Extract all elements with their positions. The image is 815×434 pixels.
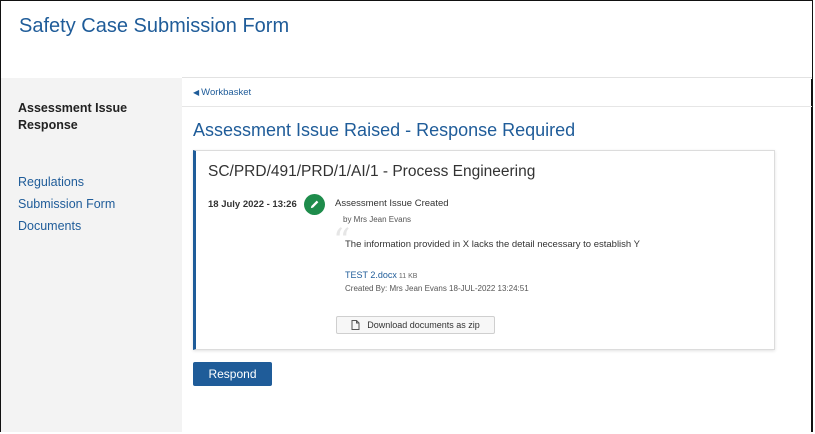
sidebar: Assessment Issue Response Regulations Su… — [1, 78, 182, 432]
breadcrumb-divider — [182, 106, 812, 107]
sidebar-item-submission-form[interactable]: Submission Form — [18, 193, 115, 215]
workbasket-back-link[interactable]: ◀ Workbasket — [193, 87, 251, 98]
sidebar-nav: Regulations Submission Form Documents — [18, 171, 115, 237]
event-datetime: 18 July 2022 - 13:26 — [208, 199, 297, 210]
issue-reference: SC/PRD/491/PRD/1/AI/1 - Process Engineer… — [208, 163, 536, 180]
pencil-icon-glyph — [310, 200, 319, 209]
attachment-created-by: Created By: Mrs Jean Evans 18-JUL-2022 1… — [345, 284, 529, 293]
page-title: Assessment Issue Raised - Response Requi… — [193, 120, 576, 140]
sidebar-item-regulations[interactable]: Regulations — [18, 171, 115, 193]
workbasket-back-label: Workbasket — [201, 87, 252, 98]
sidebar-item-documents[interactable]: Documents — [18, 215, 115, 237]
app-header: Safety Case Submission Form — [1, 1, 812, 79]
event-comment: The information provided in X lacks the … — [345, 239, 641, 250]
attachment-line: TEST 2.docx 11 KB — [345, 270, 417, 280]
attachment-link[interactable]: TEST 2.docx — [345, 270, 397, 280]
issue-card: SC/PRD/491/PRD/1/AI/1 - Process Engineer… — [193, 150, 775, 350]
event-title: Assessment Issue Created — [335, 198, 449, 209]
event-author: by Mrs Jean Evans — [343, 215, 412, 224]
main-content: ◀ Workbasket Assessment Issue Raised - Re… — [182, 78, 812, 432]
download-zip-button[interactable]: Download documents as zip — [336, 316, 495, 334]
respond-button[interactable]: Respond — [193, 362, 272, 386]
app-title: Safety Case Submission Form — [19, 15, 290, 37]
back-arrow-icon: ◀ — [193, 88, 200, 97]
download-zip-label: Download documents as zip — [367, 320, 480, 330]
document-icon — [351, 320, 360, 330]
attachment-size: 11 KB — [398, 273, 418, 280]
pencil-icon — [304, 194, 325, 215]
sidebar-heading: Assessment Issue Response — [18, 101, 128, 132]
